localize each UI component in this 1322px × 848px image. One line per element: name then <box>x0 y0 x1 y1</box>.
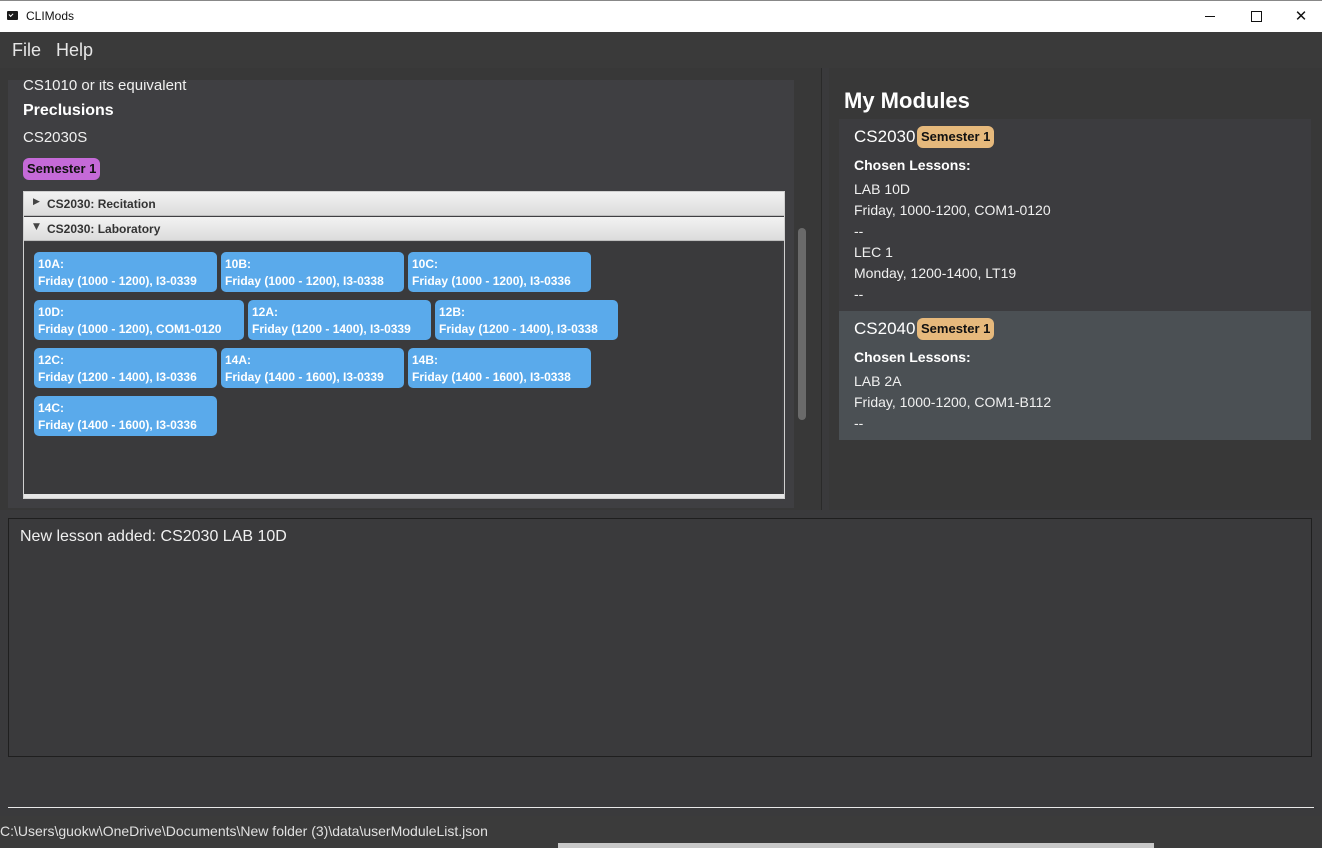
result-message: New lesson added: CS2030 LAB 10D <box>20 528 287 545</box>
horizontal-scrollbar[interactable] <box>558 843 1154 848</box>
accordion-label: CS2030: Recitation <box>47 197 156 211</box>
lesson-detail: Friday (1000 - 1200), COM1-0120 <box>38 322 222 336</box>
module-card[interactable]: CS2030 Semester 1 Chosen Lessons: LAB 10… <box>839 119 1311 311</box>
accordion-header-recitation[interactable]: ▶ CS2030: Recitation <box>24 192 784 216</box>
lesson-chip[interactable]: 12B: Friday (1200 - 1400), I3-0338 <box>435 300 618 340</box>
semester-badge: Semester 1 <box>917 126 995 148</box>
laboratory-lessons: 10A: Friday (1000 - 1200), I3-0339 10B: … <box>24 242 782 494</box>
minimize-icon <box>1205 16 1215 17</box>
module-code: CS2040 <box>854 319 916 338</box>
semester-badge: Semester 1 <box>23 158 101 180</box>
accordion-label: CS2030: Laboratory <box>47 222 161 236</box>
preclusions-heading: Preclusions <box>23 102 114 119</box>
my-modules-pane: My Modules CS2030 Semester 1 Chosen Less… <box>829 68 1322 510</box>
lesson-code: 12B: <box>439 305 466 319</box>
terminal-icon <box>7 11 18 20</box>
result-display[interactable]: New lesson added: CS2030 LAB 10D <box>8 518 1312 757</box>
lesson-code: 12A: <box>252 305 279 319</box>
my-modules-title: My Modules <box>844 88 970 113</box>
menu-help[interactable]: Help <box>56 40 93 61</box>
lesson-line: LAB 2A <box>854 373 902 389</box>
lesson-detail: Friday (1000 - 1200), I3-0339 <box>38 274 197 288</box>
module-card[interactable]: CS2040 Semester 1 Chosen Lessons: LAB 2A… <box>839 311 1311 440</box>
lesson-detail: Friday (1400 - 1600), I3-0336 <box>38 418 197 432</box>
lesson-line: Monday, 1200-1400, LT19 <box>854 265 1017 281</box>
lesson-line: Friday, 1000-1200, COM1-B112 <box>854 394 1052 410</box>
lesson-line: -- <box>854 223 864 239</box>
module-detail-pane: CS1010 or its equivalent Preclusions CS2… <box>0 68 822 510</box>
lesson-code: 10A: <box>38 257 65 271</box>
semester-badge: Semester 1 <box>917 318 995 340</box>
lesson-line: Friday, 1000-1200, COM1-0120 <box>854 202 1051 218</box>
lesson-chip[interactable]: 14C: Friday (1400 - 1600), I3-0336 <box>34 396 217 436</box>
menu-bar: File Help <box>0 32 1322 68</box>
lesson-code: 10B: <box>225 257 252 271</box>
accordion-header-laboratory[interactable]: ▼ CS2030: Laboratory <box>24 217 784 241</box>
lesson-code: 14A: <box>225 353 252 367</box>
lesson-chip[interactable]: 10A: Friday (1000 - 1200), I3-0339 <box>34 252 217 292</box>
maximize-button[interactable] <box>1233 1 1279 32</box>
close-icon: ✕ <box>1294 7 1308 25</box>
chevron-right-icon: ▶ <box>33 197 40 207</box>
maximize-icon <box>1250 11 1262 22</box>
lesson-chip[interactable]: 14B: Friday (1400 - 1600), I3-0338 <box>408 348 591 388</box>
title-bar: CLIMods ✕ <box>0 0 1322 32</box>
chosen-lessons-heading: Chosen Lessons: <box>854 157 971 173</box>
menu-file[interactable]: File <box>12 40 41 61</box>
prerequisite-text: CS1010 or its equivalent <box>23 80 187 94</box>
lesson-chip[interactable]: 10B: Friday (1000 - 1200), I3-0338 <box>221 252 404 292</box>
minimize-button[interactable] <box>1187 1 1233 32</box>
lesson-chip[interactable]: 10C: Friday (1000 - 1200), I3-0336 <box>408 252 591 292</box>
lesson-line: LAB 10D <box>854 181 911 197</box>
lesson-line: LEC 1 <box>854 244 893 260</box>
lesson-detail: Friday (1000 - 1200), I3-0336 <box>412 274 571 288</box>
lesson-chip[interactable]: 12C: Friday (1200 - 1400), I3-0336 <box>34 348 217 388</box>
lesson-accordion: ▶ CS2030: Recitation ▼ CS2030: Laborator… <box>23 191 785 499</box>
lesson-code: 12C: <box>38 353 65 367</box>
lesson-detail: Friday (1000 - 1200), I3-0338 <box>225 274 384 288</box>
close-button[interactable]: ✕ <box>1278 1 1322 32</box>
lesson-line: -- <box>854 286 864 302</box>
module-detail-card: CS1010 or its equivalent Preclusions CS2… <box>8 80 794 508</box>
lesson-code: 14B: <box>412 353 439 367</box>
lesson-detail: Friday (1200 - 1400), I3-0336 <box>38 370 197 384</box>
save-location-path: C:\Users\guokw\OneDrive\Documents\New fo… <box>0 823 488 839</box>
chevron-down-icon: ▼ <box>33 222 40 232</box>
module-code: CS2030 <box>854 127 916 146</box>
lesson-code: 10D: <box>38 305 65 319</box>
lesson-detail: Friday (1200 - 1400), I3-0339 <box>252 322 411 336</box>
window-title: CLIMods <box>26 9 75 23</box>
chosen-lessons-heading: Chosen Lessons: <box>854 349 971 365</box>
lesson-detail: Friday (1200 - 1400), I3-0338 <box>439 322 598 336</box>
lesson-detail: Friday (1400 - 1600), I3-0339 <box>225 370 384 384</box>
scrollbar-thumb[interactable] <box>798 228 806 420</box>
lesson-chip[interactable]: 14A: Friday (1400 - 1600), I3-0339 <box>221 348 404 388</box>
lesson-code: 14C: <box>38 401 65 415</box>
accordion-footer <box>24 494 784 498</box>
lesson-code: 10C: <box>412 257 439 271</box>
command-input-underline <box>8 807 1314 808</box>
lesson-chip[interactable]: 10D: Friday (1000 - 1200), COM1-0120 <box>34 300 244 340</box>
lesson-detail: Friday (1400 - 1600), I3-0338 <box>412 370 571 384</box>
lesson-line: -- <box>854 415 864 431</box>
lesson-chip[interactable]: 12A: Friday (1200 - 1400), I3-0339 <box>248 300 431 340</box>
detail-scrollbar[interactable] <box>795 80 809 508</box>
preclusions-text: CS2030S <box>23 129 88 146</box>
